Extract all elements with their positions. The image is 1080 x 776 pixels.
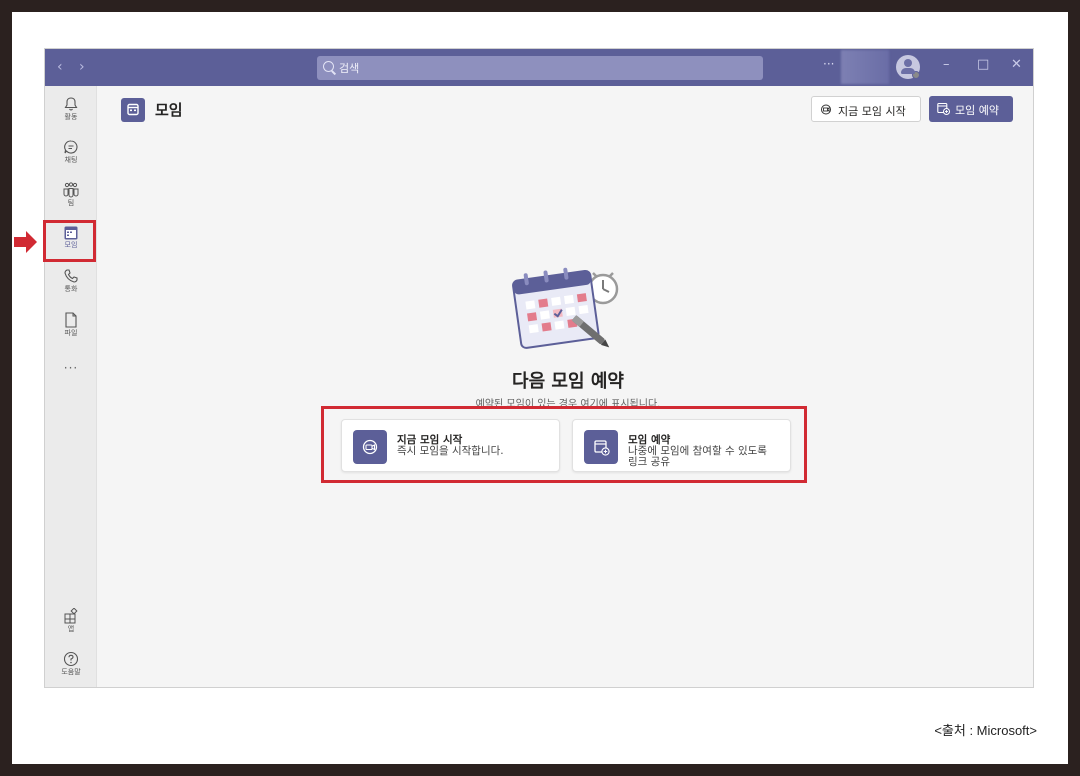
rail-item-calls[interactable]: 통화: [45, 268, 97, 293]
rail-item-chat[interactable]: 채팅: [45, 139, 97, 164]
title-bar: ‹ › 검색 ··· – □ ✕: [45, 49, 1033, 86]
calendar-icon: [121, 98, 145, 122]
calendar-add-icon: [584, 430, 618, 464]
rail-item-label: 팀: [67, 199, 75, 207]
source-caption: <출처 : Microsoft>: [934, 723, 1037, 738]
avatar[interactable]: [896, 55, 920, 79]
rail-item-label: 도움말: [61, 668, 81, 676]
teams-window: ‹ › 검색 ··· – □ ✕ 활동 채팅 팀 모임 통화 파일 ··· 앱 …: [44, 48, 1034, 688]
status-badge: [912, 71, 920, 79]
rail-item-help[interactable]: 도움말: [45, 651, 97, 676]
apps-icon: [64, 608, 78, 624]
close-button[interactable]: ✕: [1011, 57, 1022, 72]
phone-icon: [64, 269, 78, 283]
bell-icon: [64, 97, 78, 111]
empty-state-title: 다음 모임 예약: [512, 371, 624, 392]
meet-now-label: 지금 모임 시작: [838, 105, 906, 118]
page-title: 모임: [155, 101, 183, 119]
rail-item-label: 파일: [64, 329, 78, 337]
chat-icon: [64, 140, 78, 154]
search-placeholder: 검색: [339, 62, 360, 75]
rail-item-label: 채팅: [64, 156, 78, 164]
meet-now-card[interactable]: 지금 모임 시작 즉시 모임을 시작합니다.: [341, 419, 560, 472]
calendar-add-icon: [937, 102, 950, 115]
help-icon: [63, 651, 79, 667]
rail-item-label: 앱: [67, 625, 75, 633]
bottom-divider: [595, 687, 1034, 688]
rail-item-apps[interactable]: 앱: [45, 608, 97, 633]
more-options-icon[interactable]: ···: [823, 57, 834, 71]
teams-icon: [63, 182, 79, 198]
empty-state-subtitle: 예약된 모임이 있는 경우 여기에 표시됩니다.: [475, 399, 661, 410]
rail-item-label: 모임: [64, 241, 78, 249]
rail-item-label: 활동: [64, 113, 78, 121]
forward-icon[interactable]: ›: [79, 58, 85, 76]
search-input[interactable]: 검색: [317, 56, 763, 80]
blurred-profile-name: [841, 50, 889, 84]
schedule-meeting-card[interactable]: 모임 예약 나중에 모임에 참여할 수 있도록 링크 공유: [572, 419, 791, 472]
card-description: 즉시 모임을 시작합니다.: [397, 445, 504, 457]
minimize-button[interactable]: –: [943, 57, 950, 72]
page-header: 모임 지금 모임 시작 모임 예약: [97, 86, 1033, 134]
file-icon: [65, 312, 77, 328]
back-icon[interactable]: ‹: [57, 58, 63, 76]
rail-item-files[interactable]: 파일: [45, 312, 97, 337]
schedule-meeting-label: 모임 예약: [955, 104, 999, 117]
calendar-icon: [64, 226, 78, 240]
rail-item-label: 통화: [64, 285, 78, 293]
annotation-arrow: [14, 231, 37, 253]
search-icon: [323, 61, 334, 72]
rail-item-activity[interactable]: 활동: [45, 96, 97, 121]
video-camera-icon: [353, 430, 387, 464]
video-camera-icon: [821, 104, 831, 115]
calendar-illustration: [512, 267, 619, 349]
rail-item-teams[interactable]: 팀: [45, 182, 97, 207]
card-description: 나중에 모임에 참여할 수 있도록 링크 공유: [628, 445, 767, 468]
maximize-button[interactable]: □: [977, 57, 989, 72]
meet-now-button[interactable]: 지금 모임 시작: [811, 96, 921, 122]
schedule-meeting-button[interactable]: 모임 예약: [929, 96, 1013, 122]
app-rail: 활동 채팅 팀 모임 통화 파일 ··· 앱 도움말: [45, 86, 97, 687]
rail-more-icon[interactable]: ···: [45, 361, 97, 375]
rail-item-meetings[interactable]: 모임: [45, 226, 97, 249]
